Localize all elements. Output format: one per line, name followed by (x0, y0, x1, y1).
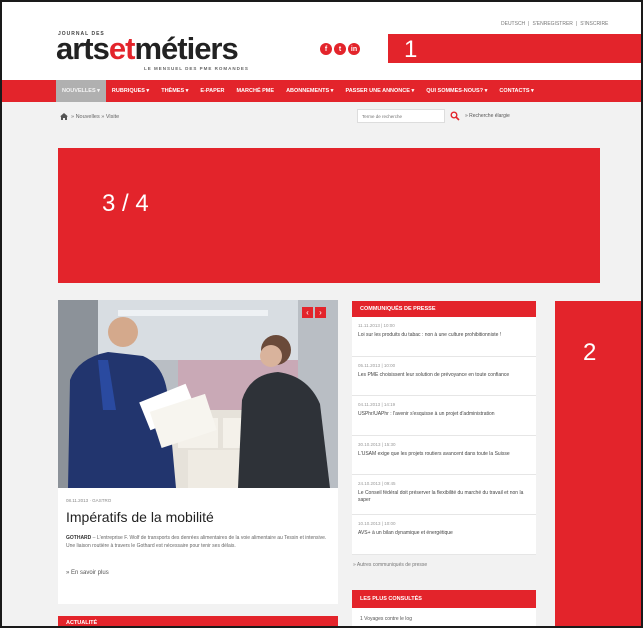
article-photo-illustration (58, 300, 338, 488)
home-icon[interactable] (60, 113, 68, 120)
most-read-heading: LES PLUS CONSULTÉS (352, 590, 536, 608)
nav-item-annonce[interactable]: PASSER UNE ANNONCE ▾ (339, 80, 420, 102)
article-lead-strong: GOTHARD (66, 535, 92, 541)
register-link[interactable]: S'ENREGISTRER (532, 21, 572, 27)
press-text: Le Conseil fédéral doit préserver la fle… (358, 490, 524, 504)
section-title-actualite[interactable]: ACTUALITÉ (58, 616, 338, 626)
featured-article: 08.11.2013 · GASTRO Impératifs de la mob… (58, 300, 338, 604)
press-text: L'USAM exige que les projets routiers av… (358, 450, 510, 457)
list-item[interactable]: 1 Voyages contre le log (352, 608, 536, 626)
ad-slot-number: 3 / 4 (102, 190, 149, 217)
list-item[interactable]: 24.10.2013 | 09:45 Le Conseil fédéral doi… (352, 475, 536, 515)
nav-item-qui-sommes-nous[interactable]: QUI SOMMES-NOUS? ▾ (420, 80, 493, 102)
list-item[interactable]: 05.11.2013 | 10:00 Les PME choisissent le… (352, 357, 536, 397)
logo-word-et: et (108, 31, 136, 66)
press-date: 04.11.2013 | 14:19 (358, 402, 396, 408)
most-read-panel: LES PLUS CONSULTÉS 1 Voyages contre le l… (352, 590, 536, 626)
nav-item-nouvelles[interactable]: NOUVELLES ▾ (56, 80, 106, 102)
list-item[interactable]: 30.10.2013 | 15:30 L'USAM exige que les p… (352, 436, 536, 476)
chevron-right-icon[interactable]: › (315, 307, 326, 318)
press-more-link[interactable]: » Autres communiqués de presse (353, 562, 427, 568)
logo-word-metiers: métiers (134, 31, 238, 66)
nav-item-themes[interactable]: THÈMES ▾ (155, 80, 194, 102)
facebook-icon[interactable]: f (320, 43, 332, 55)
main-nav: NOUVELLES ▾ RUBRIQUES ▾ THÈMES ▾ E-PAPER… (2, 80, 641, 102)
press-date: 10.10.2013 | 10:00 (358, 520, 396, 526)
ad-slot-number: 1 (404, 36, 418, 63)
chevron-left-icon[interactable]: ‹ (302, 307, 313, 318)
press-date: 05.11.2013 | 10:00 (358, 362, 396, 368)
nav-item-epaper[interactable]: E-PAPER (194, 80, 230, 102)
twitter-icon[interactable]: t (334, 43, 346, 55)
social-links: f t in (320, 43, 360, 55)
press-text: Les PME choisissent leur solution de pré… (358, 371, 510, 378)
ad-slot-top[interactable]: 1 (388, 34, 641, 63)
nav-item-abonnements[interactable]: ABONNEMENTS ▾ (280, 80, 339, 102)
ad-slot-side[interactable]: 2 (555, 301, 641, 626)
ad-slot-number: 2 (583, 339, 597, 366)
lang-link[interactable]: DEUTSCH (501, 21, 525, 27)
browser-frame: JOURNAL DES artsetmétiers LE MENSUEL DES… (0, 0, 643, 628)
nav-item-marche-pme[interactable]: MARCHÉ PME (230, 80, 280, 102)
press-text: Loi sur les produits du tabac : non à un… (358, 332, 502, 338)
top-links: DEUTSCH | S'ENREGISTRER | S'INSCRIRE (501, 21, 609, 27)
list-item[interactable]: 10.10.2013 | 10:00 AVS+ à un bilan dynami… (352, 515, 536, 555)
press-date: 24.10.2013 | 09:45 (358, 481, 396, 487)
press-text: USPhr/UAPhr : l'avenir s'esquisse à un p… (358, 411, 495, 418)
press-heading: COMMUNIQUÉS DE PRESSE (352, 301, 536, 317)
article-title[interactable]: Impératifs de la mobilité (66, 509, 214, 525)
nav-item-contacts[interactable]: CONTACTS ▾ (493, 80, 539, 102)
logo-tagline: LE MENSUEL DES PME ROMANDES (144, 66, 249, 71)
slider-arrows: ‹ › (302, 307, 326, 318)
advanced-search-link[interactable]: » Recherche élargie (465, 113, 510, 119)
press-text: AVS+ à un bilan dynamique et énergétique (358, 529, 453, 536)
article-meta: 08.11.2013 · GASTRO (66, 498, 112, 503)
list-item[interactable]: 11.11.2013 | 10:00 Loi sur les produits d… (352, 317, 536, 357)
site-logo[interactable]: artsetmétiers (56, 31, 239, 67)
press-releases-panel: COMMUNIQUÉS DE PRESSE 11.11.2013 | 10:00… (352, 301, 536, 555)
nav-item-rubriques[interactable]: RUBRIQUES ▾ (106, 80, 155, 102)
ad-slot-banner[interactable]: 3 / 4 (58, 148, 600, 283)
search-icon[interactable] (450, 111, 460, 121)
search-input[interactable] (357, 109, 445, 123)
article-lead: GOTHARD – L'entreprise F. Wolf de transp… (66, 534, 334, 550)
list-item[interactable]: 04.11.2013 | 14:19 USPhr/UAPhr : l'avenir… (352, 396, 536, 436)
breadcrumb-path[interactable]: » Nouvelles » Visite (71, 114, 119, 120)
linkedin-icon[interactable]: in (348, 43, 360, 55)
press-date: 30.10.2013 | 15:30 (358, 441, 396, 447)
article-lead-text: – L'entreprise F. Wolf de transports des… (66, 535, 327, 549)
press-date: 11.11.2013 | 10:00 (358, 323, 395, 328)
logo-word-arts: arts (56, 31, 110, 66)
breadcrumb: » Nouvelles » Visite (60, 113, 119, 120)
subscribe-link[interactable]: S'INSCRIRE (580, 21, 608, 27)
article-photo[interactable] (58, 300, 338, 488)
read-more-link[interactable]: » En savoir plus (66, 570, 109, 576)
